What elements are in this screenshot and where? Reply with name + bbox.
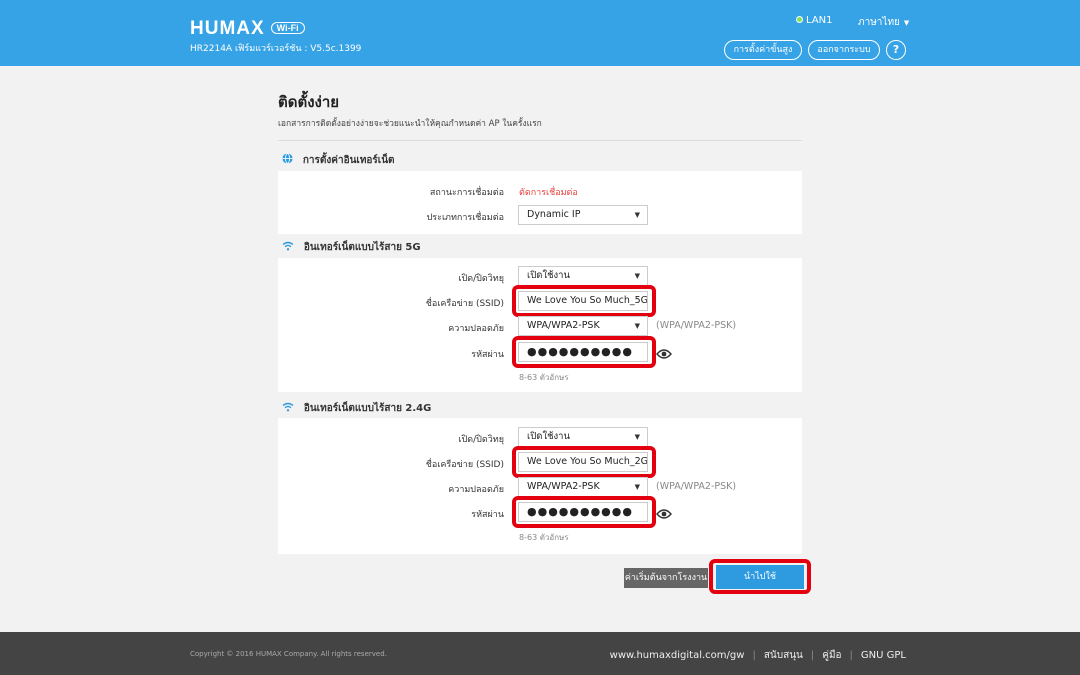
highlight-box: [512, 285, 656, 317]
advanced-settings-button[interactable]: การตั้งค่าขั้นสูง: [724, 40, 802, 60]
wifi-24g-radio-select[interactable]: เปิดใช้งาน ▼: [518, 427, 648, 447]
wifi-icon: [282, 240, 298, 253]
separator: |: [849, 650, 853, 661]
globe-icon: [282, 153, 297, 166]
eye-icon[interactable]: [656, 345, 672, 359]
factory-reset-button[interactable]: ค่าเริ่มต้นจากโรงงาน: [624, 568, 708, 588]
page-title: ติดตั้งง่าย: [278, 93, 340, 111]
highlight-box: [512, 336, 656, 368]
connection-type-label: ประเภทการเชื่อมต่อ: [426, 213, 504, 223]
highlight-box: [709, 559, 811, 594]
wifi-24g-section-title: อินเทอร์เน็ตแบบไร้สาย 2.4G: [282, 401, 431, 416]
wifi-24g-password-hint: 8-63 ตัวอักษร: [519, 533, 569, 542]
wifi-icon: [282, 401, 298, 414]
divider: [278, 140, 802, 141]
connection-type-select[interactable]: Dynamic IP ▼: [518, 205, 648, 225]
help-button[interactable]: ?: [886, 40, 906, 60]
wifi-5g-security-hint: (WPA/WPA2-PSK): [656, 320, 737, 331]
language-selector[interactable]: ภาษาไทย ▼: [858, 15, 909, 30]
logout-button[interactable]: ออกจากระบบ: [808, 40, 880, 60]
footer-link-gpl[interactable]: GNU GPL: [861, 650, 906, 661]
copyright-text: Copyright © 2016 HUMAX Company. All righ…: [190, 650, 387, 658]
chevron-down-icon: ▼: [903, 19, 910, 27]
humax-logo: HUMAX Wi-Fi: [190, 18, 305, 40]
wifi-5g-section-title: อินเทอร์เน็ตแบบไร้สาย 5G: [282, 240, 421, 255]
chevron-down-icon: ▼: [634, 322, 640, 330]
wifi-24g-ssid-label: ชื่อเครือข่าย (SSID): [425, 460, 504, 470]
wifi-5g-security-label: ความปลอดภัย: [448, 324, 504, 334]
internet-section-title: การตั้งค่าอินเทอร์เน็ต: [282, 153, 395, 168]
highlight-box: [512, 496, 656, 528]
chevron-down-icon: ▼: [634, 433, 640, 441]
separator: |: [810, 650, 815, 661]
wifi-5g-password-hint: 8-63 ตัวอักษร: [519, 373, 569, 382]
footer-link-website[interactable]: www.humaxdigital.com/gw: [610, 650, 745, 661]
wifi-24g-security-hint: (WPA/WPA2-PSK): [656, 481, 737, 492]
wifi-24g-security-select[interactable]: WPA/WPA2-PSK ▼: [518, 477, 648, 497]
footer-link-support[interactable]: สนับสนุน: [764, 650, 803, 661]
connection-status-label: สถานะการเชื่อมต่อ: [429, 188, 504, 198]
top-header: HUMAX Wi-Fi HR2214A เฟิร์มแวร์เวอร์ชัน : …: [0, 0, 1080, 66]
lan-status-dot-icon: [796, 16, 803, 23]
wifi-5g-password-label: รหัสผ่าน: [471, 350, 504, 360]
wifi-24g-security-label: ความปลอดภัย: [448, 485, 504, 495]
chevron-down-icon: ▼: [634, 211, 640, 219]
wifi-5g-ssid-label: ชื่อเครือข่าย (SSID): [425, 299, 504, 309]
eye-icon[interactable]: [656, 505, 672, 519]
wifi-24g-password-label: รหัสผ่าน: [471, 510, 504, 520]
footer-links: www.humaxdigital.com/gw | สนับสนุน | คู่มือ |…: [610, 648, 906, 663]
wifi-5g-radio-select[interactable]: เปิดใช้งาน ▼: [518, 266, 648, 286]
firmware-version: HR2214A เฟิร์มแวร์เวอร์ชัน : V5.5c.1399: [190, 44, 362, 54]
connection-status-value: ตัดการเชื่อมต่อ: [519, 188, 578, 198]
chevron-down-icon: ▼: [634, 272, 640, 280]
lan-status: LAN1: [796, 15, 832, 26]
wifi-badge: Wi-Fi: [270, 22, 305, 34]
footer-link-manual[interactable]: คู่มือ: [822, 650, 841, 661]
wifi-5g-radio-label: เปิด/ปิดวิทยุ: [458, 274, 504, 284]
page-description: เอกสารการติดตั้งอย่างง่ายจะช่วยแนะนำให้ค…: [278, 119, 542, 129]
wifi-5g-security-select[interactable]: WPA/WPA2-PSK ▼: [518, 316, 648, 336]
footer: Copyright © 2016 HUMAX Company. All righ…: [0, 632, 1080, 675]
wifi-24g-radio-label: เปิด/ปิดวิทยุ: [458, 435, 504, 445]
highlight-box: [512, 446, 656, 478]
chevron-down-icon: ▼: [634, 483, 640, 491]
separator: |: [752, 650, 756, 661]
